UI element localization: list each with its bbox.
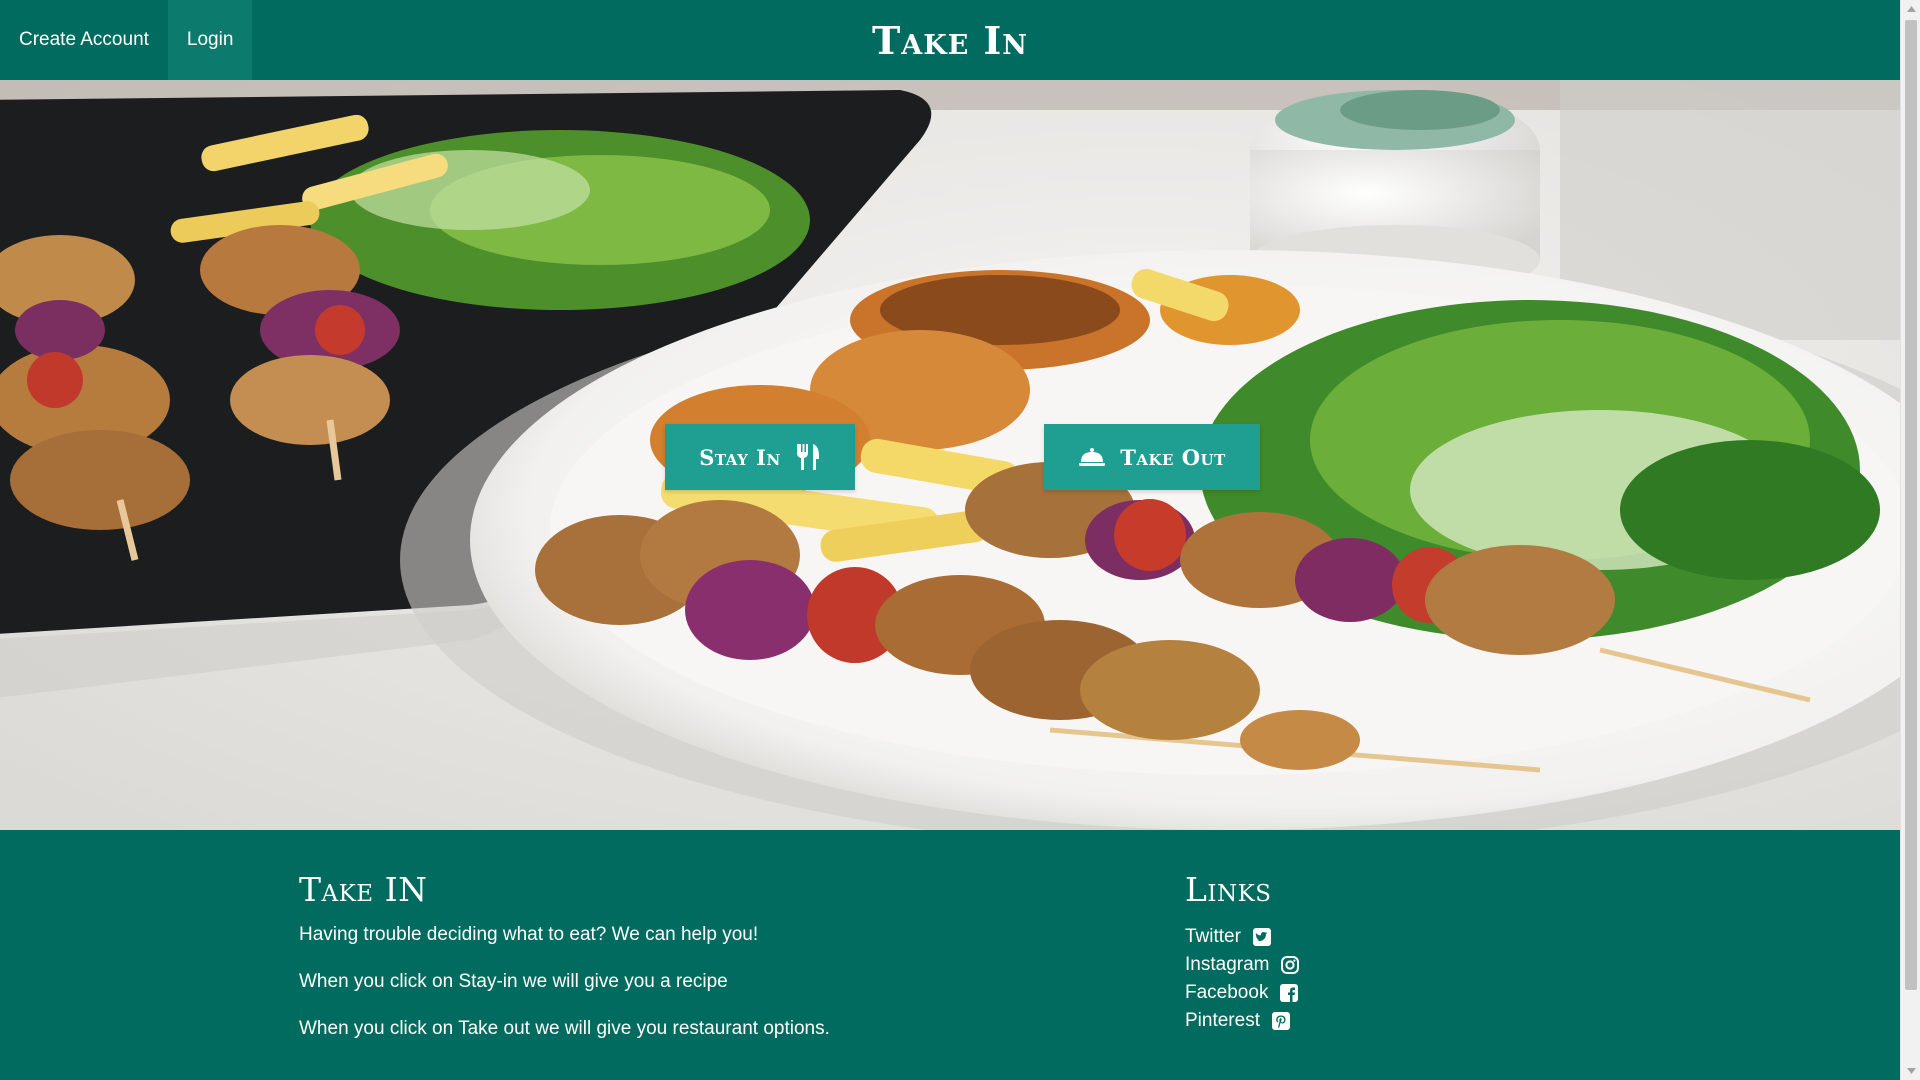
hero-section: Stay In Take Out	[0, 80, 1900, 830]
stay-in-button[interactable]: Stay In	[665, 424, 855, 490]
pinterest-link[interactable]: Pinterest	[1185, 1010, 1260, 1032]
create-account-link[interactable]: Create Account	[0, 0, 168, 80]
footer-about-heading: Take IN	[299, 870, 428, 909]
instagram-icon	[1281, 956, 1300, 974]
footer-links: Links Twitter Instagram Facebook Pintere…	[1185, 870, 1585, 1035]
social-link-facebook[interactable]: Facebook	[1185, 979, 1585, 1007]
hero-food-image	[0, 80, 1900, 830]
footer-links-heading: Links	[1185, 870, 1272, 909]
site-footer: Take IN Having trouble deciding what to …	[0, 830, 1900, 1080]
pinterest-icon	[1271, 1012, 1290, 1030]
social-link-instagram[interactable]: Instagram	[1185, 951, 1585, 979]
login-link[interactable]: Login	[167, 0, 253, 80]
footer-about-line: When you click on Take out we will give …	[299, 1018, 830, 1039]
site-brand[interactable]: Take In	[872, 0, 1028, 80]
social-link-twitter[interactable]: Twitter	[1185, 923, 1585, 951]
instagram-link[interactable]: Instagram	[1185, 954, 1269, 976]
fork-knife-icon	[796, 444, 819, 470]
stay-in-label: Stay In	[699, 444, 781, 470]
footer-about-line: When you click on Stay-in we will give y…	[299, 971, 728, 992]
page-scrollbar[interactable]	[1900, 0, 1920, 1080]
take-out-label: Take Out	[1120, 444, 1226, 470]
scrollbar-thumb[interactable]	[1905, 20, 1917, 990]
facebook-link[interactable]: Facebook	[1185, 982, 1268, 1004]
scroll-up-arrow-icon[interactable]	[1901, 0, 1920, 18]
social-link-pinterest[interactable]: Pinterest	[1185, 1007, 1585, 1035]
twitter-icon	[1252, 928, 1271, 946]
scroll-down-arrow-icon[interactable]	[1901, 1062, 1920, 1080]
social-links-list: Twitter Instagram Facebook Pinterest	[1185, 923, 1585, 1035]
cloche-icon	[1079, 448, 1106, 466]
footer-about: Take IN Having trouble deciding what to …	[299, 870, 1059, 1064]
twitter-link[interactable]: Twitter	[1185, 926, 1241, 948]
take-out-button[interactable]: Take Out	[1044, 424, 1260, 490]
facebook-icon	[1280, 984, 1299, 1002]
footer-about-line: Having trouble deciding what to eat? We …	[299, 924, 759, 945]
top-navbar: Create Account Login Take In	[0, 0, 1900, 80]
